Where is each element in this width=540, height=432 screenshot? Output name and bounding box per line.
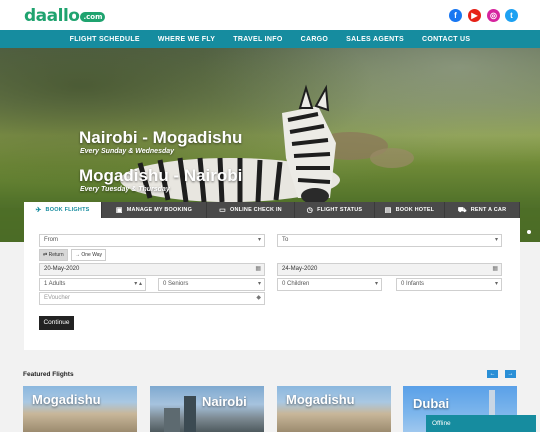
- hotel-icon: ▤: [384, 207, 392, 214]
- tag-icon: ◆: [256, 295, 261, 301]
- calendar-icon: ▦: [492, 266, 498, 272]
- route-days-2: Every Tuesday & Thursday: [80, 186, 170, 193]
- twitter-icon[interactable]: t: [505, 9, 518, 22]
- tab-manage-booking[interactable]: ▣ MANAGE MY BOOKING: [102, 202, 207, 218]
- nav-cargo[interactable]: CARGO: [301, 36, 329, 43]
- from-select[interactable]: From ▾: [39, 234, 265, 247]
- featured-next-button[interactable]: →: [505, 370, 516, 378]
- nav-where-we-fly[interactable]: WHERE WE FLY: [158, 36, 215, 43]
- infants-select[interactable]: 0 Infants ▾: [396, 278, 502, 291]
- instagram-icon[interactable]: ◎: [487, 9, 500, 22]
- featured-card-nairobi[interactable]: Nairobi: [150, 386, 264, 432]
- depart-date-input[interactable]: 20-May-2020 ▦: [39, 263, 265, 276]
- route-days-1: Every Sunday & Wednesday: [80, 148, 175, 155]
- route-mogadishu-nairobi: Mogadishu - Nairobi: [79, 166, 243, 185]
- nav-contact-us[interactable]: CONTACT US: [422, 36, 470, 43]
- adults-select[interactable]: 1 Adults ▾ ▴: [39, 278, 146, 291]
- continue-button[interactable]: Continue: [39, 316, 74, 330]
- route-nairobi-mogadishu: Nairobi - Mogadishu: [79, 128, 243, 147]
- briefcase-icon: ▣: [115, 207, 123, 214]
- top-bar: daallo .com f ▶ ◎ t: [0, 0, 540, 30]
- car-icon: ⛟: [457, 206, 467, 214]
- nav-travel-info[interactable]: TRAVEL INFO: [233, 36, 282, 43]
- chevron-down-icon: ▾: [494, 237, 498, 243]
- to-select[interactable]: To ▾: [277, 234, 502, 247]
- nav-sales-agents[interactable]: SALES AGENTS: [346, 36, 404, 43]
- facebook-icon[interactable]: f: [449, 9, 462, 22]
- laptop-icon: ▭: [219, 207, 226, 214]
- featured-card-mogadishu-2[interactable]: Mogadishu: [277, 386, 391, 432]
- evoucher-input[interactable]: EVoucher ◆: [39, 292, 265, 305]
- chevron-down-icon: ▾: [257, 237, 261, 243]
- chat-offline-widget[interactable]: Offline: [426, 415, 536, 432]
- tab-book-hotel[interactable]: ▤ BOOK HOTEL: [375, 202, 445, 218]
- tab-rent-a-car[interactable]: ⛟ RENT A CAR: [445, 202, 520, 218]
- children-select[interactable]: 0 Children ▾: [277, 278, 382, 291]
- stepper-icon: ▾ ▴: [134, 281, 142, 287]
- tab-flight-status[interactable]: ◷ FLIGHT STATUS: [295, 202, 375, 218]
- card-city-label: Mogadishu: [286, 392, 355, 407]
- return-toggle[interactable]: ⇄ Return: [39, 249, 68, 261]
- tab-online-check-in[interactable]: ▭ ONLINE CHECK IN: [207, 202, 295, 218]
- building-graphic: [164, 408, 180, 432]
- card-city-label: Dubai: [413, 396, 450, 411]
- calendar-icon: ▦: [255, 266, 261, 272]
- chevron-down-icon: ▾: [374, 281, 378, 287]
- main-nav: FLIGHT SCHEDULE WHERE WE FLY TRAVEL INFO…: [0, 30, 540, 48]
- plane-icon: ✈: [35, 207, 42, 214]
- swap-icon: ⇄: [43, 252, 48, 258]
- featured-prev-button[interactable]: ←: [487, 370, 498, 378]
- nav-flight-schedule[interactable]: FLIGHT SCHEDULE: [70, 36, 140, 43]
- tab-book-flights[interactable]: ✈ BOOK FLIGHTS: [24, 202, 102, 218]
- chevron-down-icon: ▾: [494, 281, 498, 287]
- clock-icon: ◷: [306, 207, 314, 214]
- daallo-logo[interactable]: daallo .com: [24, 6, 106, 26]
- youtube-icon[interactable]: ▶: [468, 9, 481, 22]
- seniors-select[interactable]: 0 Seniors ▾: [158, 278, 265, 291]
- arrow-right-icon: →: [75, 252, 80, 258]
- chevron-down-icon: ▾: [257, 281, 261, 287]
- return-date-input[interactable]: 24-May-2020 ▦: [277, 263, 502, 276]
- slider-dot[interactable]: [527, 230, 531, 234]
- booking-tabs: ✈ BOOK FLIGHTS ▣ MANAGE MY BOOKING ▭ ONLINE…: [24, 202, 520, 218]
- skyscraper-graphic: [184, 396, 196, 432]
- one-way-toggle[interactable]: → One Way: [71, 249, 107, 261]
- card-city-label: Nairobi: [202, 394, 247, 409]
- featured-card-mogadishu[interactable]: Mogadishu: [23, 386, 137, 432]
- card-city-label: Mogadishu: [32, 392, 101, 407]
- featured-flights-title: Featured Flights: [23, 371, 74, 378]
